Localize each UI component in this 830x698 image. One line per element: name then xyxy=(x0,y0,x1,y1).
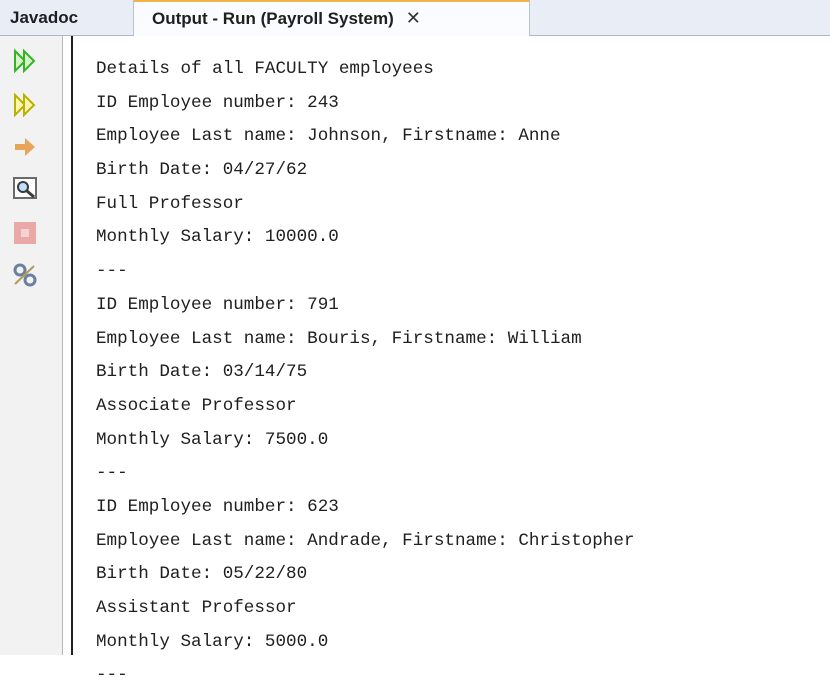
output-line: Associate Professor xyxy=(96,395,297,416)
output-line: Birth Date: 05/22/80 xyxy=(96,564,308,585)
tab-javadoc[interactable]: Javadoc xyxy=(0,0,134,36)
find-icon[interactable] xyxy=(12,176,38,202)
tab-output-label: Output - Run (Payroll System) xyxy=(152,9,394,28)
output-line: Employee Last name: Andrade, Firstname: … xyxy=(96,530,635,551)
output-line: Monthly Salary: 5000.0 xyxy=(96,631,329,652)
tab-bar: Javadoc Output - Run (Payroll System) ✕ xyxy=(0,0,830,36)
output-line: Birth Date: 03/14/75 xyxy=(96,362,308,383)
toolbar-panel xyxy=(0,36,63,655)
console-output[interactable]: Details of all FACULTY employees ID Empl… xyxy=(96,58,826,698)
rerun-with-options-icon[interactable] xyxy=(12,92,38,118)
output-line: Birth Date: 04/27/62 xyxy=(96,160,308,181)
output-toolbar xyxy=(0,36,75,655)
margin-rule xyxy=(71,36,73,655)
output-line: Details of all FACULTY employees xyxy=(96,59,434,79)
output-line: --- xyxy=(96,261,128,282)
output-line: Monthly Salary: 10000.0 xyxy=(96,227,339,248)
settings-icon[interactable] xyxy=(12,262,38,288)
output-line: --- xyxy=(96,665,128,686)
continue-arrow-icon[interactable] xyxy=(12,134,38,160)
output-line: --- xyxy=(96,463,128,484)
output-line: ID Employee number: 243 xyxy=(96,92,339,113)
output-line: ID Employee number: 623 xyxy=(96,496,339,517)
output-line: Monthly Salary: 7500.0 xyxy=(96,429,329,450)
output-line: ID Employee number: 791 xyxy=(96,294,339,315)
close-icon[interactable]: ✕ xyxy=(406,8,421,28)
output-line: Assistant Professor xyxy=(96,598,297,618)
stop-icon[interactable] xyxy=(12,220,38,246)
output-line: Employee Last name: Bouris, Firstname: W… xyxy=(96,328,582,349)
rerun-icon[interactable] xyxy=(12,48,38,74)
output-line: Employee Last name: Johnson, Firstname: … xyxy=(96,126,561,147)
output-line: Full Professor xyxy=(96,193,244,214)
tab-output-run[interactable]: Output - Run (Payroll System) ✕ xyxy=(134,0,530,36)
tab-javadoc-label: Javadoc xyxy=(10,8,79,27)
